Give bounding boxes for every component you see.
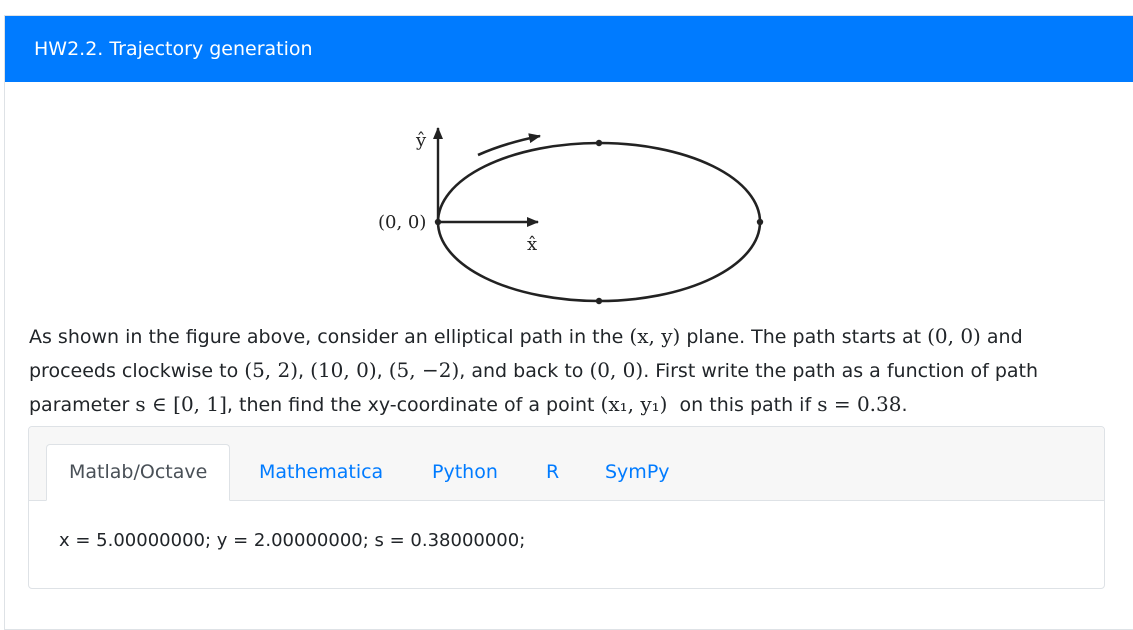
tab-matlab-octave[interactable]: Matlab/Octave xyxy=(46,444,231,501)
question-part: . xyxy=(901,394,908,416)
ellipse-figure: ŷ x̂ (0, 0) xyxy=(360,108,780,308)
point-bottom xyxy=(595,297,603,305)
math-p3: (5, −2) xyxy=(388,358,460,382)
question-text: As shown in the figure above, consider a… xyxy=(29,320,1089,422)
math-xy: (x, y) xyxy=(629,324,681,348)
math-s-range: s ∈ [0, 1] xyxy=(135,392,227,416)
tab-sympy[interactable]: SymPy xyxy=(605,444,670,500)
problem-title: HW2.2. Trajectory generation xyxy=(34,38,313,60)
math-p2: (10, 0) xyxy=(310,358,377,382)
language-tabs: Matlab/Octave Mathematica Python R SymPy… xyxy=(28,426,1105,589)
math-start: (0, 0) xyxy=(927,324,981,348)
tab-python[interactable]: Python xyxy=(432,444,498,500)
direction-arrow xyxy=(477,133,541,157)
tab-mathematica[interactable]: Mathematica xyxy=(259,444,383,500)
point-origin xyxy=(434,218,442,226)
tab-content-code: x = 5.00000000; y = 2.00000000; s = 0.38… xyxy=(59,530,526,551)
tab-r[interactable]: R xyxy=(546,444,559,500)
question-part: As shown in the figure above, consider a… xyxy=(29,326,630,348)
ellipse-diagram: ŷ x̂ (0, 0) xyxy=(378,127,764,305)
question-part: , and back to xyxy=(459,360,590,382)
question-part: on this path if xyxy=(667,394,818,416)
question-part: plane. The path starts at xyxy=(680,326,928,348)
x-axis-label: x̂ xyxy=(527,234,537,255)
tab-bar: Matlab/Octave Mathematica Python R SymPy xyxy=(29,427,1104,501)
question-part: , xyxy=(298,360,311,382)
point-right xyxy=(756,218,764,226)
y-axis-label: ŷ xyxy=(415,130,427,151)
math-s-value: s = 0.38 xyxy=(817,392,902,416)
math-point: (x₁, y₁) xyxy=(600,392,668,416)
math-p1: (5, 2) xyxy=(244,358,299,382)
problem-header: HW2.2. Trajectory generation xyxy=(5,16,1133,82)
origin-label: (0, 0) xyxy=(378,212,426,233)
question-part: , then find the xy-coordinate of a point xyxy=(226,394,601,416)
math-end: (0, 0) xyxy=(589,358,644,382)
point-top xyxy=(595,139,603,147)
question-part: , xyxy=(376,360,389,382)
